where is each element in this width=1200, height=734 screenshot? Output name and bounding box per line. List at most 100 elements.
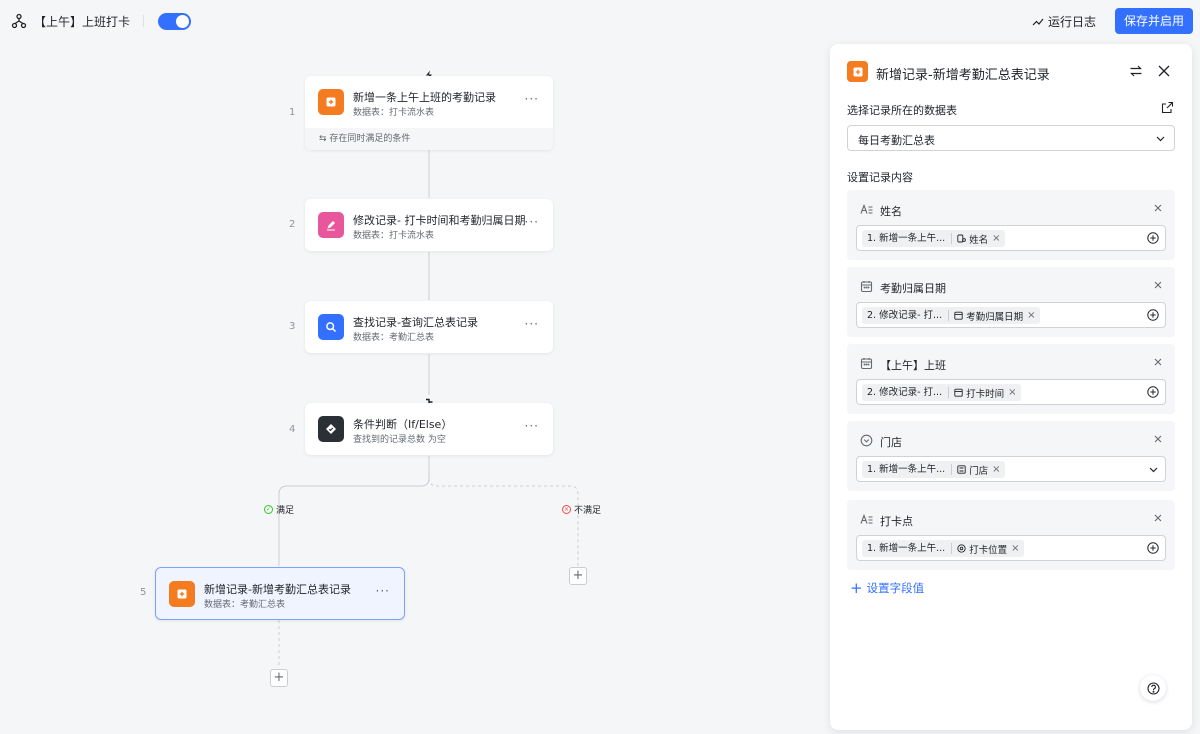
node-subtitle: 数据表：考勤汇总表 (353, 333, 435, 343)
person-field-icon (957, 234, 967, 243)
field-value-input[interactable]: 2. 修改记录- 打... 打卡时间 × (856, 379, 1166, 405)
add-reference-icon[interactable] (1147, 386, 1159, 398)
swap-icon[interactable] (1129, 64, 1143, 78)
add-field-value-button[interactable]: + 设置字段值 (850, 580, 924, 596)
tag-field: 门店 (952, 463, 992, 477)
location-field-icon (957, 544, 966, 553)
flow-node-find-record[interactable]: 查找记录-查询汇总表记录 数据表：考勤汇总表 ··· (305, 301, 553, 353)
node-more-button[interactable]: ··· (525, 92, 539, 106)
tag-field: 姓名 (952, 232, 992, 246)
tag-step: 1. 新增一条上午... (862, 233, 953, 244)
tag-field: 考勤归属日期 (949, 309, 1027, 323)
tag-step: 1. 新增一条上午... (862, 543, 953, 554)
text-field-icon (859, 202, 873, 216)
flow-node-edit-record[interactable]: 修改记录- 打卡时间和考勤归属日期 数据表：打卡流水表 ··· (305, 199, 553, 251)
flow-node-condition[interactable]: 条件判断（If/Else） 查找到的记录总数 为空 ··· (305, 403, 553, 455)
add-record-icon (177, 589, 187, 599)
remove-field-icon[interactable] (1153, 280, 1163, 290)
tag-step: 2. 修改记录- 打... (862, 387, 950, 398)
field-value-select[interactable]: 1. 新增一条上午... 门店 × (856, 456, 1166, 482)
remove-field-icon[interactable] (1153, 434, 1163, 444)
add-reference-icon[interactable] (1147, 542, 1159, 554)
node-more-button[interactable]: ··· (376, 584, 390, 598)
node-icon (169, 581, 195, 607)
run-log-label: 运行日志 (1048, 15, 1097, 29)
node-more-button[interactable]: ··· (525, 317, 539, 331)
run-log-button[interactable]: 运行日志 (1032, 13, 1096, 30)
branch-label-no: × 不满足 (562, 503, 601, 516)
check-circle-icon: ✓ (264, 505, 273, 514)
tag-remove-icon[interactable]: × (992, 464, 1004, 475)
remove-field-icon[interactable] (1153, 203, 1163, 213)
field-value-input[interactable]: 1. 新增一条上午... 打卡位置 × (856, 535, 1166, 561)
field-name: 姓名 (880, 205, 902, 218)
node-config-panel: 新增记录-新增考勤汇总表记录 选择记录所在的数据表 每日考勤汇总表 设置记录内容… (830, 44, 1192, 730)
tag-remove-icon[interactable]: × (1027, 310, 1039, 321)
trend-icon (1032, 18, 1044, 25)
branch-no-text: 不满足 (574, 506, 602, 516)
table-select[interactable]: 每日考勤汇总表 (847, 125, 1175, 151)
node-condition: ⇆ 存在同时满足的条件 (305, 128, 553, 150)
reference-tag: 1. 新增一条上午... 姓名 × (862, 230, 1005, 247)
tag-field-name: 打卡位置 (969, 544, 1008, 556)
text-field-icon (859, 512, 873, 526)
tag-remove-icon[interactable]: × (992, 233, 1004, 244)
add-step-button[interactable]: + (270, 669, 288, 687)
node-title: 新增一条上午上班的考勤记录 (353, 91, 496, 104)
field-name: 【上午】上班 (880, 359, 946, 372)
node-icon (318, 314, 344, 340)
flow-node-trigger[interactable]: 新增一条上午上班的考勤记录 数据表：打卡流水表 ··· ⇆ 存在同时满足的条件 (305, 76, 553, 150)
field-card-store: 门店 1. 新增一条上午... 门店 × (847, 421, 1175, 491)
add-step-button-no-branch[interactable]: + (569, 567, 587, 585)
tag-field: 打卡位置 (952, 542, 1011, 556)
tag-remove-icon[interactable]: × (1008, 387, 1020, 398)
field-value-input[interactable]: 2. 修改记录- 打... 考勤归属日期 × (856, 302, 1166, 328)
add-record-icon (326, 97, 336, 107)
chevron-down-icon[interactable] (1148, 464, 1159, 475)
node-title: 新增记录-新增考勤汇总表记录 (204, 583, 351, 596)
node-condition-label: 存在同时满足的条件 (329, 134, 411, 144)
tag-field-name: 打卡时间 (966, 388, 1005, 400)
node-icon (318, 89, 344, 115)
node-icon (318, 416, 344, 442)
field-value-input[interactable]: 1. 新增一条上午... 姓名 × (856, 225, 1166, 251)
add-reference-icon[interactable] (1147, 309, 1159, 321)
node-icon (318, 212, 344, 238)
save-and-enable-button[interactable]: 保存并启用 (1115, 8, 1193, 34)
field-card-checkin-point: 打卡点 1. 新增一条上午... 打卡位置 × (847, 500, 1175, 570)
tag-remove-icon[interactable]: × (1011, 543, 1023, 554)
node-subtitle: 数据表：打卡流水表 (353, 108, 435, 118)
help-icon (1146, 681, 1160, 695)
add-reference-icon[interactable] (1147, 232, 1159, 244)
tag-step: 1. 新增一条上午... (862, 464, 953, 475)
tag-field-name: 门店 (969, 465, 989, 477)
remove-field-icon[interactable] (1153, 513, 1163, 523)
reference-tag: 2. 修改记录- 打... 考勤归属日期 × (862, 307, 1040, 324)
help-button[interactable] (1140, 675, 1166, 701)
tag-field-name: 考勤归属日期 (966, 311, 1024, 323)
flow-node-add-record[interactable]: 新增记录-新增考勤汇总表记录 数据表：考勤汇总表 ··· (155, 567, 405, 620)
field-card-morning-checkin: 【上午】上班 2. 修改记录- 打... 打卡时间 × (847, 344, 1175, 414)
condition-icon (326, 424, 336, 434)
close-icon[interactable] (1157, 64, 1171, 78)
date-field-icon (954, 388, 963, 397)
node-title: 条件判断（If/Else） (353, 418, 453, 431)
step-number-3: 3 (289, 321, 296, 332)
field-card-attendance-date: 考勤归属日期 2. 修改记录- 打... 考勤归属日期 × (847, 267, 1175, 337)
node-title: 查找记录-查询汇总表记录 (353, 316, 478, 329)
node-more-button[interactable]: ··· (525, 215, 539, 229)
single-select-icon (859, 433, 873, 447)
step-number-1: 1 (289, 107, 296, 118)
node-more-button[interactable]: ··· (525, 419, 539, 433)
date-field-icon (954, 311, 963, 320)
field-name: 打卡点 (880, 515, 913, 528)
node-subtitle: 数据表：考勤汇总表 (204, 600, 286, 610)
node-title: 修改记录- 打卡时间和考勤归属日期 (353, 214, 526, 227)
external-link-icon[interactable] (1161, 101, 1174, 114)
filter-icon: ⇆ (319, 134, 330, 144)
remove-field-icon[interactable] (1153, 357, 1163, 367)
tag-field: 打卡时间 (949, 386, 1008, 400)
tag-field-name: 姓名 (969, 234, 989, 246)
step-number-4: 4 (289, 424, 296, 435)
panel-title: 新增记录-新增考勤汇总表记录 (876, 68, 1050, 83)
